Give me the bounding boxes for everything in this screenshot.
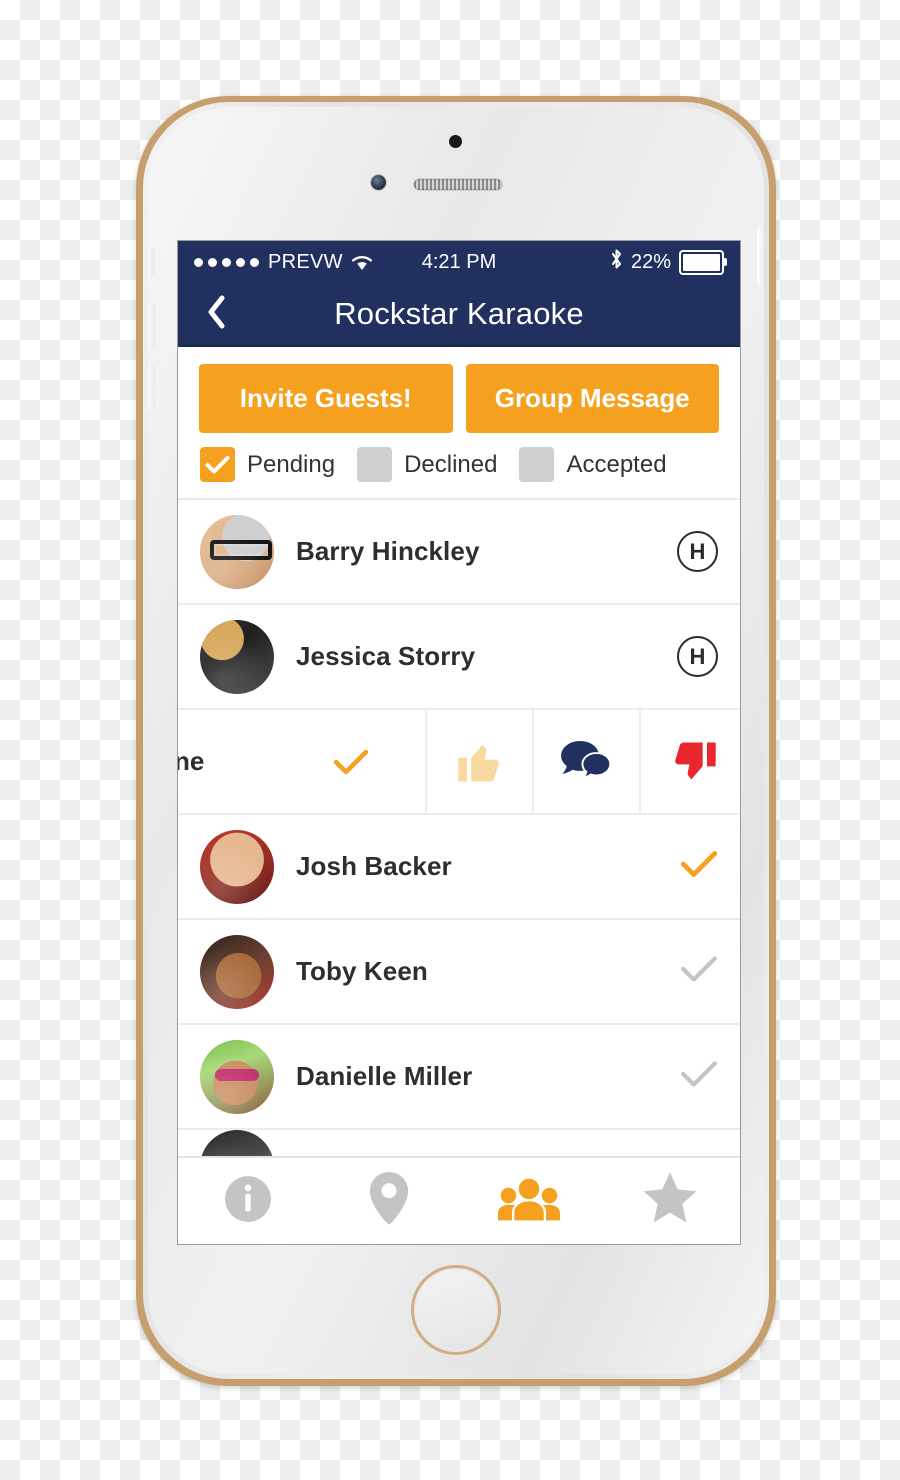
carrier-label: PREVW [268, 250, 343, 273]
status-bar: PREVW 4:21 PM 22% [178, 241, 740, 283]
checkbox-accepted[interactable] [519, 447, 555, 482]
filter-accepted-label: Accepted [566, 450, 667, 478]
wifi-icon [351, 254, 373, 271]
checkbox-pending[interactable] [200, 447, 235, 482]
thumbs-down-icon[interactable] [641, 710, 740, 813]
front-camera-icon [371, 175, 386, 190]
power-button[interactable] [757, 227, 764, 285]
chat-bubbles-icon[interactable] [534, 710, 641, 813]
group-message-button[interactable]: Group Message [465, 364, 719, 433]
signal-strength-icon [194, 257, 259, 267]
tab-guests[interactable] [459, 1158, 600, 1244]
phone-body: PREVW 4:21 PM 22% Rockstar Karaoke Invit… [143, 102, 769, 1379]
guest-row-danielle[interactable]: Danielle Miller [178, 1025, 740, 1130]
map-pin-icon [367, 1171, 411, 1231]
silent-switch-button[interactable] [148, 247, 155, 277]
tab-info[interactable] [178, 1158, 319, 1244]
guests-icon [498, 1175, 561, 1228]
avatar [200, 619, 274, 694]
action-button-bar: Invite Guests! Group Message [178, 347, 740, 433]
guest-row-partial[interactable] [178, 1130, 740, 1156]
filter-pending-label: Pending [247, 450, 336, 478]
battery-icon [679, 249, 727, 275]
guest-status [680, 849, 718, 884]
filter-declined[interactable]: Declined [335, 447, 497, 482]
status-right-group: 22% [610, 248, 727, 276]
phone-screen: PREVW 4:21 PM 22% Rockstar Karaoke Invit… [178, 241, 740, 1244]
page-title: Rockstar Karaoke [334, 296, 584, 331]
guest-row-swiped[interactable]: ne [178, 710, 740, 815]
invite-guests-button[interactable]: Invite Guests! [199, 364, 453, 433]
check-icon-gray [680, 954, 718, 989]
info-icon [223, 1174, 273, 1229]
tab-bar [178, 1156, 740, 1244]
tab-favorites[interactable] [600, 1158, 741, 1244]
guest-row-jessica[interactable]: Jessica Storry H [178, 605, 740, 710]
proximity-sensor-icon [449, 135, 462, 148]
checkbox-declined[interactable] [357, 447, 393, 482]
check-icon-gray [680, 1059, 718, 1094]
tab-location[interactable] [319, 1158, 460, 1244]
filter-pending[interactable]: Pending [178, 447, 335, 482]
guest-status [680, 1059, 718, 1094]
phone-device: PREVW 4:21 PM 22% Rockstar Karaoke Invit… [136, 96, 776, 1386]
home-button[interactable] [414, 1268, 498, 1352]
back-button[interactable] [196, 283, 236, 345]
thumbs-up-icon[interactable] [427, 710, 534, 813]
page-canvas: PREVW 4:21 PM 22% Rockstar Karaoke Invit… [0, 0, 900, 1480]
guest-name-truncated: ne [178, 746, 205, 776]
bluetooth-icon [610, 248, 623, 276]
check-icon-orange [333, 748, 369, 781]
volume-down-button[interactable] [148, 365, 155, 411]
status-filter-row: Pending Declined Accepted [178, 433, 740, 500]
avatar [200, 1130, 274, 1156]
check-icon-orange [680, 849, 718, 884]
guest-name: Jessica Storry [296, 641, 476, 671]
guest-status: H [677, 636, 718, 677]
guest-row-barry[interactable]: Barry Hinckley H [178, 500, 740, 605]
host-badge: H [677, 636, 718, 677]
battery-percent-label: 22% [630, 250, 671, 273]
guest-row-josh[interactable]: Josh Backer [178, 815, 740, 920]
filter-accepted[interactable]: Accepted [497, 447, 667, 482]
navigation-bar: Rockstar Karaoke [178, 283, 740, 347]
guest-row-toby[interactable]: Toby Keen [178, 920, 740, 1025]
swiped-row-content: ne [178, 710, 427, 813]
guest-name: Toby Keen [296, 956, 428, 986]
chevron-left-icon [206, 295, 226, 334]
phone-face: PREVW 4:21 PM 22% Rockstar Karaoke Invit… [148, 107, 764, 1374]
avatar [200, 934, 274, 1009]
earpiece-speaker-icon [414, 179, 502, 190]
guest-status: H [677, 531, 718, 572]
star-icon [642, 1171, 698, 1231]
guest-name: Barry Hinckley [296, 536, 480, 566]
guest-list[interactable]: Barry Hinckley H Jessica Storry H e Josh… [178, 500, 740, 1156]
avatar [200, 514, 274, 589]
avatar [200, 829, 274, 904]
avatar [200, 1039, 274, 1114]
filter-declined-label: Declined [404, 450, 498, 478]
guest-status [680, 954, 718, 989]
guest-name: Danielle Miller [296, 1061, 473, 1091]
host-badge: H [677, 531, 718, 572]
volume-up-button[interactable] [148, 303, 155, 349]
guest-name: Josh Backer [296, 851, 452, 881]
